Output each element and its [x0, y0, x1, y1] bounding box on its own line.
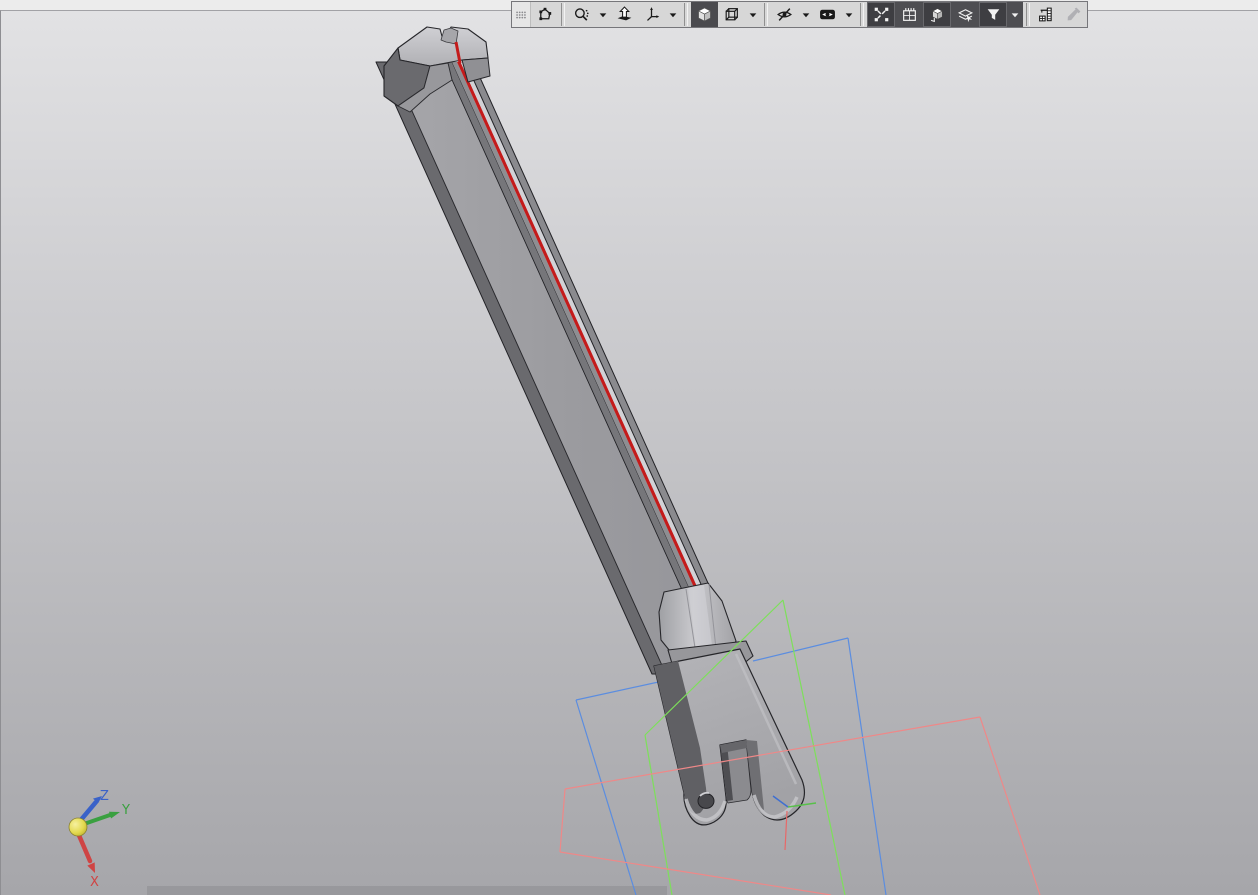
- viewport-bottom-shade: [147, 886, 667, 895]
- x-axis: [75, 830, 93, 864]
- chevron-down-icon: [746, 8, 760, 22]
- rod-inner-strip: [452, 62, 733, 674]
- display-wireframe-button[interactable]: [718, 2, 745, 27]
- show-hidden-objects-button[interactable]: [814, 2, 841, 27]
- model-part[interactable]: [375, 26, 806, 826]
- construction-objects-button[interactable]: [923, 2, 951, 27]
- hidden-lines-dropdown[interactable]: [798, 2, 814, 27]
- x-axis-arrowhead: [87, 862, 95, 873]
- layers-button[interactable]: [951, 2, 979, 27]
- chevron-down-icon: [842, 8, 856, 22]
- z-axis: [77, 799, 99, 824]
- orientation-views-dropdown[interactable]: [665, 2, 681, 27]
- zoom-tools-dropdown[interactable]: [595, 2, 611, 27]
- axis-label-y: Y: [121, 803, 130, 818]
- chevron-down-icon: [799, 8, 813, 22]
- show-hidden-objects-dropdown[interactable]: [841, 2, 857, 27]
- snap-endpoints-button[interactable]: [867, 2, 895, 27]
- selection-filter-dropdown[interactable]: [1007, 2, 1023, 27]
- chevron-down-icon: [596, 8, 610, 22]
- orientation-normal-to-button[interactable]: [611, 2, 638, 27]
- chevron-down-icon: [1008, 8, 1022, 22]
- selection-filter-button[interactable]: [979, 2, 1007, 27]
- rod-bright-strip: [460, 62, 742, 674]
- view-toolbar: [511, 1, 1088, 28]
- toolbar-separator: [860, 3, 864, 26]
- origin-ball: [68, 817, 88, 837]
- axis-label-z: Z: [100, 789, 109, 804]
- hidden-lines-button[interactable]: [771, 2, 798, 27]
- grid-display-button[interactable]: [895, 2, 923, 27]
- toolbar-separator: [1026, 3, 1030, 26]
- toolbar-separator: [764, 3, 768, 26]
- orientation-views-button[interactable]: [638, 2, 665, 27]
- rod-front-face: [389, 61, 721, 675]
- display-shaded-button[interactable]: [691, 2, 718, 27]
- zoom-tools-button[interactable]: [568, 2, 595, 27]
- selection-contour-button[interactable]: [531, 2, 558, 27]
- rod-groove: [443, 61, 729, 675]
- measure-tools-button[interactable]: [1033, 2, 1060, 27]
- axis-label-x: X: [90, 875, 99, 890]
- origin-triad: Z Y X: [68, 789, 130, 890]
- rod-right-face: [465, 61, 750, 675]
- display-wireframe-dropdown[interactable]: [745, 2, 761, 27]
- cad-application-window: Z Y X: [0, 0, 1258, 895]
- toolbar-separator: [561, 3, 565, 26]
- rod-left-flank: [375, 61, 667, 675]
- chevron-down-icon: [666, 8, 680, 22]
- y-axis-arrowhead: [109, 811, 120, 819]
- toolbar-grip[interactable]: [512, 2, 531, 27]
- eyedropper-button[interactable]: [1060, 2, 1087, 27]
- toolbar-separator: [684, 3, 688, 26]
- y-axis: [82, 813, 112, 826]
- rod-selected-edge[interactable]: [457, 62, 737, 674]
- scene-graphics: Z Y X: [68, 26, 1041, 895]
